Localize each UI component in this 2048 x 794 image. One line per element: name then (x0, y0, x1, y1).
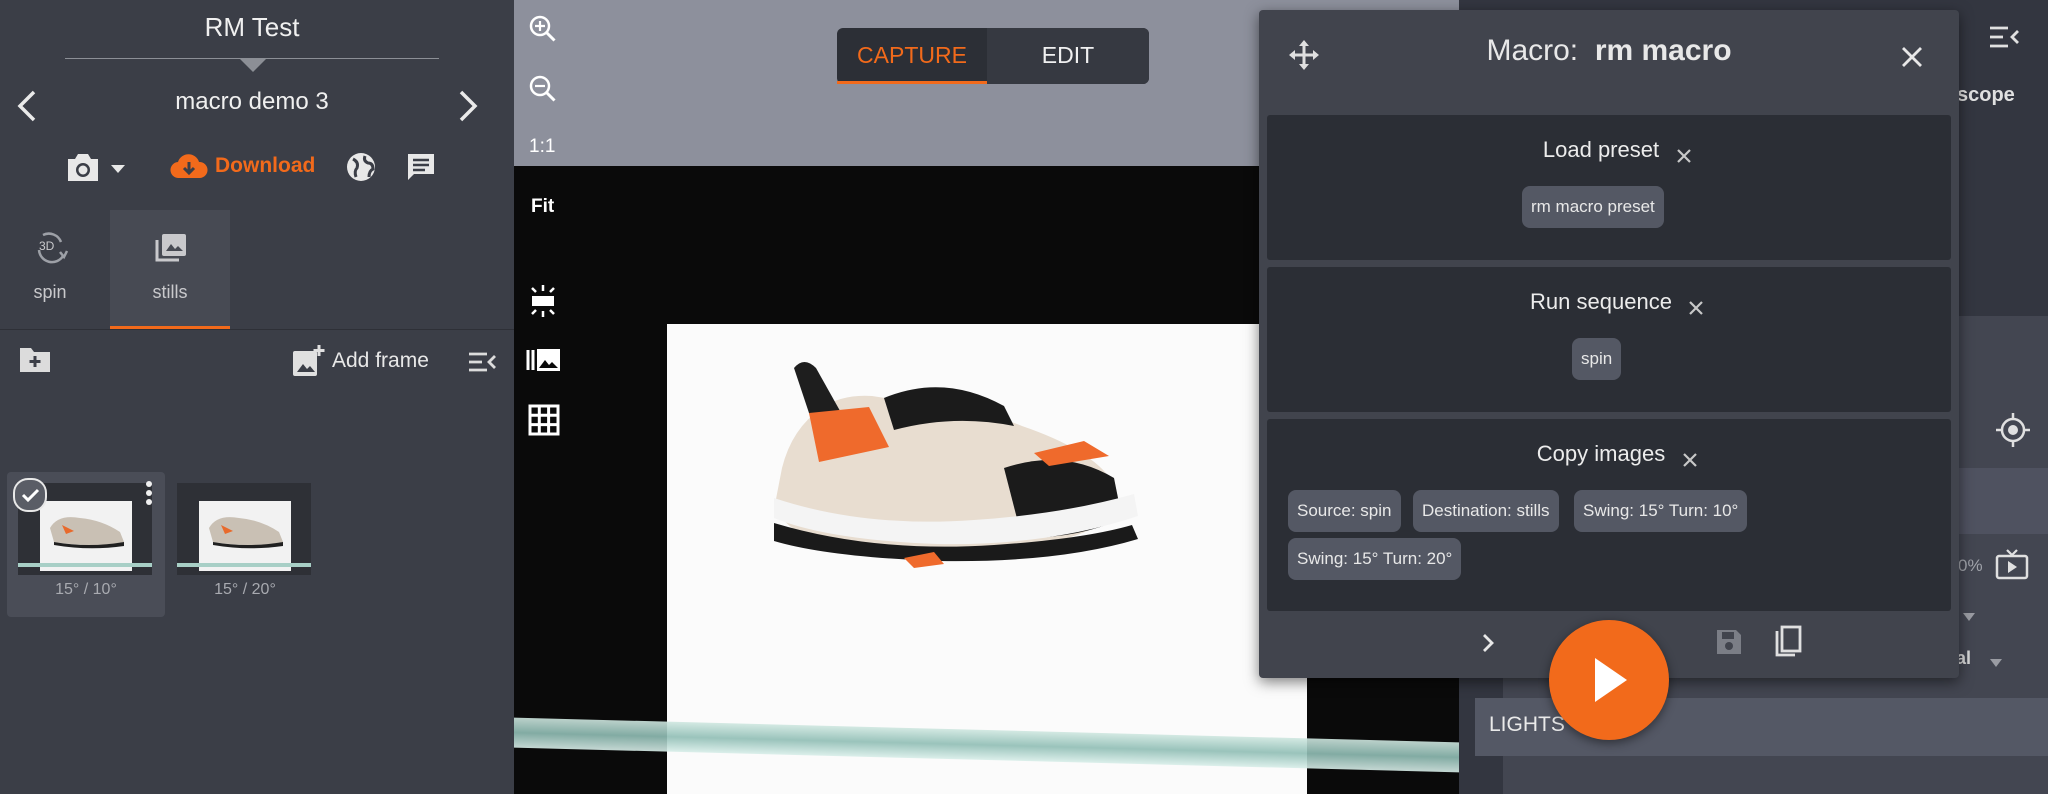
project-caret-icon[interactable] (240, 59, 266, 72)
thumbnail-caption: 15° / 10° (55, 581, 117, 598)
create-folder-icon (20, 348, 50, 372)
brightness-icon (531, 285, 555, 317)
macro-step-copy-images: Copy images Source: spin Destination: st… (1267, 419, 1951, 611)
collapse-list-button[interactable] (467, 350, 497, 379)
comment-icon (408, 154, 434, 180)
globe-icon (347, 153, 375, 181)
close-icon (1902, 47, 1922, 67)
target-button[interactable] (1995, 412, 2031, 453)
close-dialog-button[interactable] (1900, 45, 1924, 74)
zoom-out-button[interactable] (528, 74, 558, 109)
selected-check-icon[interactable] (13, 478, 47, 512)
sequence-title: macro demo 3 (175, 88, 329, 115)
thumbnail-image (177, 483, 311, 575)
close-icon (1677, 149, 1691, 163)
tab-stills[interactable]: stills (110, 210, 230, 328)
grid-button[interactable] (528, 404, 560, 441)
exposure-button[interactable] (528, 284, 558, 323)
step-chip[interactable]: Destination: stills (1413, 490, 1559, 532)
scope-label: scope (1957, 84, 2015, 106)
macro-title: Macro: rm macro (1349, 34, 1869, 68)
expand-button[interactable] (1480, 632, 1496, 659)
macro-step-load-preset: Load preset rm macro preset (1267, 115, 1951, 260)
dropdown-arrow-icon[interactable] (1963, 608, 1975, 626)
tabs-divider (0, 329, 514, 330)
close-icon (1683, 453, 1697, 467)
photo-library-icon (155, 234, 186, 262)
copy-icon (1775, 625, 1802, 657)
copy-macro-button[interactable] (1773, 625, 1803, 664)
thumbnail-card[interactable]: 15° / 20° (165, 472, 325, 617)
step-chip[interactable]: Swing: 15° Turn: 20° (1288, 538, 1462, 580)
capture-mode-button[interactable]: CAPTURE (837, 28, 987, 84)
camera-menu-button[interactable] (64, 150, 134, 191)
macro-dialog: Macro: rm macro Load preset rm macro pre… (1259, 10, 1959, 678)
library-button[interactable] (526, 346, 562, 379)
play-icon (1595, 658, 1627, 702)
globe-button[interactable] (345, 151, 377, 188)
zoom-one-to-one-button[interactable]: 1:1 (529, 136, 555, 158)
next-sequence-button[interactable] (455, 86, 481, 133)
comments-button[interactable] (405, 151, 437, 188)
menu-open-icon (1990, 26, 2019, 48)
macro-name: rm macro (1594, 34, 1732, 67)
run-macro-button[interactable] (1549, 620, 1669, 740)
edit-mode-button[interactable]: EDIT (987, 28, 1149, 84)
mode-select-arrow-icon[interactable] (1990, 654, 2002, 672)
zoom-fit-button[interactable]: Fit (531, 196, 554, 218)
lights-label[interactable]: LIGHTS (1489, 713, 1565, 737)
download-button[interactable] (170, 152, 208, 187)
close-icon (1689, 301, 1703, 315)
zoom-out-icon (529, 75, 556, 102)
zoom-in-icon (529, 15, 556, 42)
tab-stills-label: stills (152, 282, 188, 302)
spin-badge-3d: 3D (39, 239, 55, 253)
thumbnail-caption: 15° / 20° (214, 581, 276, 598)
tab-spin-label: spin (33, 282, 67, 302)
grid-icon (528, 404, 560, 436)
step-chip[interactable]: spin (1572, 338, 1622, 380)
step-title: Copy images (1536, 441, 1666, 466)
remove-step-button[interactable] (1682, 452, 1698, 473)
step-chip[interactable]: Source: spin (1288, 490, 1401, 532)
menu-open-icon (469, 352, 496, 372)
tab-spin[interactable]: 3D spin (0, 210, 100, 328)
image-library-icon (526, 349, 560, 371)
step-chip[interactable]: Swing: 15° Turn: 10° (1574, 490, 1748, 532)
new-folder-button[interactable] (18, 344, 52, 379)
left-panel: RM Test macro demo 3 Download 3D spin st… (0, 0, 514, 794)
move-dialog-handle[interactable] (1287, 38, 1321, 77)
remove-step-button[interactable] (1688, 300, 1704, 321)
crosshair-icon (1996, 413, 2030, 447)
project-title[interactable]: RM Test (0, 12, 504, 43)
add-frame-label[interactable]: Add frame (332, 349, 429, 373)
step-chip[interactable]: rm macro preset (1522, 186, 1664, 228)
add-frame-button[interactable] (291, 344, 325, 383)
live-view-button[interactable] (1995, 548, 2029, 585)
macro-title-prefix: Macro: (1486, 34, 1579, 67)
camera-icon (68, 154, 125, 181)
save-macro-button[interactable] (1714, 627, 1744, 662)
product-shoe-image (774, 362, 1138, 568)
step-title: Run sequence (1530, 289, 1672, 314)
zoom-in-button[interactable] (528, 14, 558, 49)
move-arrows-icon (1289, 40, 1319, 70)
save-icon (1717, 630, 1741, 654)
thumbnail-more-icon[interactable] (145, 480, 153, 511)
download-label[interactable]: Download (215, 154, 315, 178)
macro-step-run-sequence: Run sequence spin (1267, 267, 1951, 412)
add-photo-icon (293, 345, 325, 376)
cloud-download-icon (170, 154, 208, 179)
thumbnail-card-selected[interactable]: 15° / 10° (7, 472, 165, 617)
step-title: Load preset (1542, 137, 1660, 162)
chevron-right-icon (459, 90, 478, 122)
tv-play-icon (1995, 549, 2029, 580)
chevron-right-icon (1483, 634, 1494, 652)
capture-active-indicator (837, 81, 987, 84)
remove-step-button[interactable] (1676, 148, 1692, 169)
percent-value: 0% (1958, 556, 1983, 575)
right-menu-button[interactable] (1988, 24, 2020, 55)
mode-toggle: CAPTURE EDIT (837, 28, 1149, 84)
